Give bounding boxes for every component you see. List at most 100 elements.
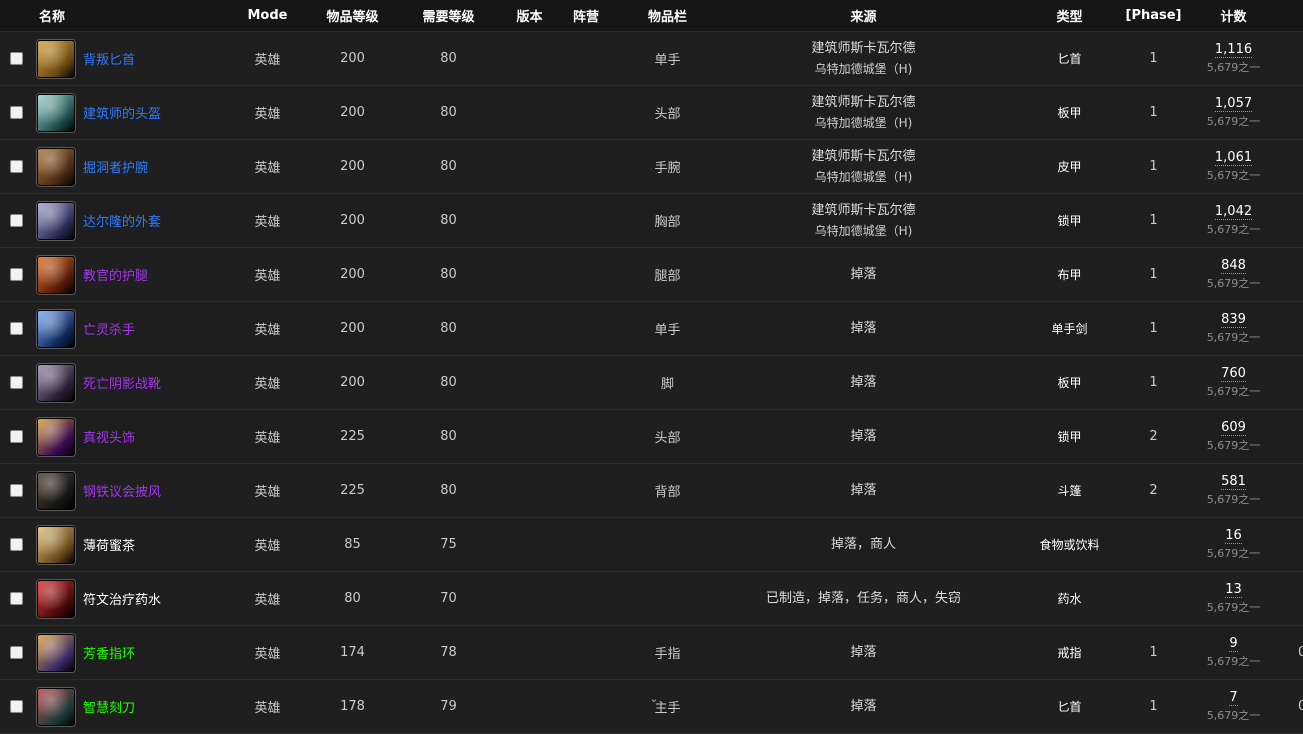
boots-icon[interactable]	[37, 363, 75, 402]
item-level: 200	[340, 51, 365, 66]
bracer-icon[interactable]	[37, 147, 75, 186]
sword-icon[interactable]	[37, 309, 75, 348]
row-checkbox[interactable]	[10, 376, 23, 389]
count-total: 5,679之一	[1206, 655, 1261, 668]
count-value[interactable]: 13	[1225, 582, 1242, 598]
dagger-icon[interactable]	[37, 39, 75, 78]
row-checkbox[interactable]	[10, 268, 23, 281]
item-cell: 背叛匕首	[35, 32, 225, 85]
source-text: 已制造，掉落，任务，商人，失窃	[765, 590, 961, 606]
count-value[interactable]: 1,116	[1214, 42, 1253, 58]
chevron-down-icon[interactable]: ⌄	[648, 693, 660, 704]
row-select	[0, 32, 35, 85]
count-value[interactable]: 581	[1221, 474, 1246, 490]
row-checkbox[interactable]	[10, 106, 23, 119]
item-cell: 亡灵杀手	[35, 302, 225, 355]
row-checkbox[interactable]	[10, 592, 23, 605]
item-percent: 18	[1292, 194, 1303, 247]
item-name-link[interactable]: 建筑师的头盔	[83, 103, 161, 122]
row-checkbox[interactable]	[10, 538, 23, 551]
headpiece-icon[interactable]	[37, 417, 75, 456]
item-source: 掉落	[720, 356, 1007, 409]
header-side[interactable]: 阵营	[557, 0, 615, 31]
potion-icon[interactable]	[37, 579, 75, 618]
item-side	[557, 410, 615, 463]
header-version[interactable]: 版本	[502, 0, 557, 31]
count-value[interactable]: 848	[1221, 258, 1246, 274]
item-name-link[interactable]: 符文治疗药水	[83, 589, 161, 608]
row-checkbox[interactable]	[10, 52, 23, 65]
count-value[interactable]: 1,042	[1214, 204, 1253, 220]
item-version	[502, 464, 557, 517]
item-name-link[interactable]: 真视头饰	[83, 427, 135, 446]
item-required-level: 70	[440, 591, 457, 606]
row-checkbox[interactable]	[10, 646, 23, 659]
ring-icon[interactable]	[37, 633, 75, 672]
item-name-link[interactable]: 亡灵杀手	[83, 319, 135, 338]
item-name-link[interactable]: 钢铁议会披风	[83, 481, 161, 500]
row-checkbox[interactable]	[10, 160, 23, 173]
item-version	[502, 356, 557, 409]
table-row: 真视头饰 英雄 225 80 头部 掉落 锁甲 2 609 5,679之一 11	[0, 410, 1303, 464]
source-text: 建筑师斯卡瓦尔德	[811, 94, 916, 110]
count-value[interactable]: 7	[1229, 690, 1238, 706]
count-value[interactable]: 609	[1221, 420, 1246, 436]
count-value[interactable]: 9	[1229, 636, 1238, 652]
header-name[interactable]: 名称	[35, 0, 225, 31]
helmet-icon[interactable]	[37, 93, 75, 132]
leggings-icon[interactable]	[37, 255, 75, 294]
header-mode[interactable]: Mode	[225, 0, 310, 31]
count-value[interactable]: 760	[1221, 366, 1246, 382]
header-required-level[interactable]: 需要等级	[395, 0, 502, 31]
item-level: 225	[340, 429, 365, 444]
item-source: 掉落	[720, 410, 1007, 463]
item-required-level: 80	[440, 429, 457, 444]
row-select	[0, 302, 35, 355]
item-name-link[interactable]: 芳香指环	[83, 643, 135, 662]
row-select	[0, 410, 35, 463]
item-name-link[interactable]: 薄荷蜜茶	[83, 535, 135, 554]
count-value[interactable]: 1,057	[1214, 96, 1253, 112]
item-level: 85	[344, 537, 361, 552]
item-cell: 钢铁议会披风	[35, 464, 225, 517]
item-name-link[interactable]: 达尔隆的外套	[83, 211, 161, 230]
item-source: 掉落	[720, 626, 1007, 679]
header-percent[interactable]: %	[1292, 0, 1303, 31]
row-checkbox[interactable]	[10, 322, 23, 335]
count-value[interactable]: 1,061	[1214, 150, 1253, 166]
header-slot[interactable]: 物品栏	[615, 0, 720, 31]
tea-icon[interactable]	[37, 525, 75, 564]
item-cell: 芳香指环	[35, 626, 225, 679]
item-count: 609 5,679之一	[1175, 410, 1292, 463]
item-name-link[interactable]: 掘洞者护腕	[83, 157, 148, 176]
item-name-link[interactable]: 死亡阴影战靴	[83, 373, 161, 392]
item-type: 戒指	[1057, 646, 1082, 660]
chest-armor-icon[interactable]	[37, 201, 75, 240]
header-count[interactable]: 计数	[1175, 0, 1292, 31]
header-item-level[interactable]: 物品等级	[310, 0, 395, 31]
count-total: 5,679之一	[1206, 169, 1261, 182]
row-checkbox[interactable]	[10, 484, 23, 497]
item-slot: 背部	[654, 485, 681, 500]
header-source[interactable]: 来源	[720, 0, 1007, 31]
row-checkbox[interactable]	[10, 214, 23, 227]
source-instance: 乌特加德城堡（H)	[814, 115, 913, 130]
source-text: 建筑师斯卡瓦尔德	[811, 202, 916, 218]
item-required-level: 80	[440, 213, 457, 228]
row-checkbox[interactable]	[10, 430, 23, 443]
item-level: 200	[340, 267, 365, 282]
count-total: 5,679之一	[1206, 709, 1261, 722]
item-name-link[interactable]: 教官的护腿	[83, 265, 148, 284]
item-mode: 英雄	[254, 107, 281, 122]
item-cell: 真视头饰	[35, 410, 225, 463]
item-level: 200	[340, 375, 365, 390]
cloak-icon[interactable]	[37, 471, 75, 510]
header-phase[interactable]: [Phase]	[1126, 0, 1182, 31]
header-type[interactable]: 类型	[1007, 0, 1132, 31]
count-value[interactable]: 839	[1221, 312, 1246, 328]
item-mode: 英雄	[254, 539, 281, 554]
item-name-link[interactable]: 背叛匕首	[83, 49, 135, 68]
item-slot: 手指	[654, 647, 681, 662]
count-value[interactable]: 16	[1225, 528, 1242, 544]
item-mode: 英雄	[254, 161, 281, 176]
